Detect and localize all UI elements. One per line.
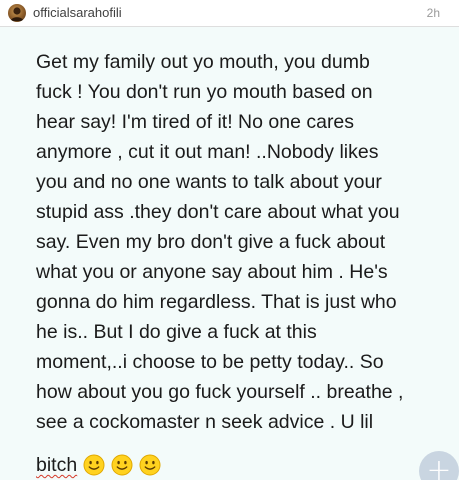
note-last-word: bitch [36, 454, 78, 476]
instagram-post: officialsarahofili 2h Get my family out … [0, 0, 459, 480]
username[interactable]: officialsarahofili [33, 5, 122, 21]
smiling-face-emoji-icon [111, 454, 133, 476]
note-screenshot: Get my family out yo mouth, you dumb fuc… [0, 27, 459, 480]
note-last-line: bitch [36, 450, 161, 480]
post-header: officialsarahofili 2h [0, 0, 459, 27]
profile-photo-icon [10, 7, 24, 21]
note-text: Get my family out yo mouth, you dumb fuc… [36, 51, 404, 433]
avatar[interactable] [8, 4, 26, 22]
plus-icon: + [426, 453, 452, 480]
smiling-face-emoji-icon [83, 454, 105, 476]
smiling-face-emoji-icon [139, 454, 161, 476]
timestamp: 2h [426, 6, 440, 20]
add-button[interactable]: + [419, 451, 459, 480]
